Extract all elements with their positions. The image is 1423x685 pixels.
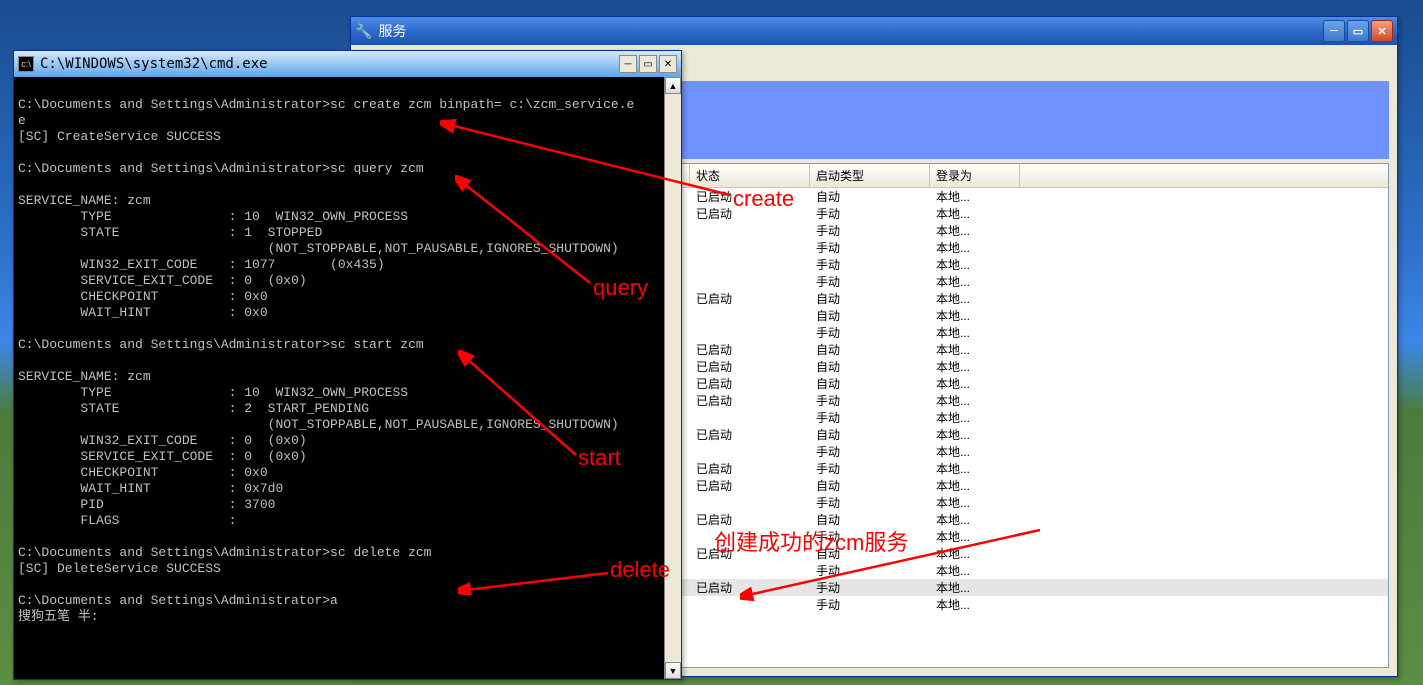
minimize-button[interactable]: ─: [1323, 20, 1345, 42]
cmd-window: c:\ C:\WINDOWS\system32\cmd.exe ─ ▭ ✕ C:…: [13, 50, 682, 680]
cmd-line: e: [18, 113, 677, 129]
services-title: 服务: [378, 21, 1323, 41]
cmd-line: C:\Documents and Settings\Administrator>…: [18, 161, 677, 177]
cmd-line: PID : 3700: [18, 497, 677, 513]
cmd-line: (NOT_STOPPABLE,NOT_PAUSABLE,IGNORES_SHUT…: [18, 241, 677, 257]
cmd-line: TYPE : 10 WIN32_OWN_PROCESS: [18, 385, 677, 401]
cmd-line: [SC] CreateService SUCCESS: [18, 129, 677, 145]
cmd-line: C:\Documents and Settings\Administrator>…: [18, 545, 677, 561]
cmd-title: C:\WINDOWS\system32\cmd.exe: [40, 56, 617, 72]
cmd-line: WAIT_HINT : 0x7d0: [18, 481, 677, 497]
cmd-line: [18, 353, 677, 369]
close-button[interactable]: ✕: [1371, 20, 1393, 42]
cmd-line: [18, 577, 677, 593]
cmd-line: 搜狗五笔 半:: [18, 609, 677, 625]
maximize-button[interactable]: ▭: [1347, 20, 1369, 42]
scroll-down-button[interactable]: ▼: [665, 662, 681, 679]
cmd-line: WAIT_HINT : 0x0: [18, 305, 677, 321]
cmd-line: STATE : 2 START_PENDING: [18, 401, 677, 417]
cmd-line: FLAGS :: [18, 513, 677, 529]
services-titlebar[interactable]: 🔧 服务 ─ ▭ ✕: [351, 17, 1397, 45]
cmd-line: TYPE : 10 WIN32_OWN_PROCESS: [18, 209, 677, 225]
cmd-line: SERVICE_EXIT_CODE : 0 (0x0): [18, 449, 677, 465]
cmd-minimize-button[interactable]: ─: [619, 55, 637, 73]
cmd-line: SERVICE_NAME: zcm: [18, 193, 677, 209]
cmd-line: C:\Documents and Settings\Administrator>…: [18, 593, 677, 609]
col-startup[interactable]: 启动类型: [810, 164, 930, 187]
scroll-up-button[interactable]: ▲: [665, 77, 681, 94]
cmd-icon: c:\: [18, 56, 34, 72]
col-status[interactable]: 状态: [690, 164, 810, 187]
cmd-maximize-button[interactable]: ▭: [639, 55, 657, 73]
cmd-line: [18, 145, 677, 161]
cmd-line: WIN32_EXIT_CODE : 1077 (0x435): [18, 257, 677, 273]
cmd-line: C:\Documents and Settings\Administrator>…: [18, 337, 677, 353]
cmd-titlebar[interactable]: c:\ C:\WINDOWS\system32\cmd.exe ─ ▭ ✕: [14, 51, 681, 77]
cmd-line: [18, 321, 677, 337]
cmd-line: STATE : 1 STOPPED: [18, 225, 677, 241]
cmd-line: (NOT_STOPPABLE,NOT_PAUSABLE,IGNORES_SHUT…: [18, 417, 677, 433]
cmd-line: WIN32_EXIT_CODE : 0 (0x0): [18, 433, 677, 449]
services-icon: 🔧: [355, 23, 372, 40]
cmd-line: SERVICE_EXIT_CODE : 0 (0x0): [18, 273, 677, 289]
cmd-line: [SC] DeleteService SUCCESS: [18, 561, 677, 577]
cmd-line: CHECKPOINT : 0x0: [18, 465, 677, 481]
cmd-line: [18, 177, 677, 193]
col-logon[interactable]: 登录为: [930, 164, 1020, 187]
cmd-scrollbar[interactable]: ▲ ▼: [664, 77, 681, 679]
cmd-line: [18, 529, 677, 545]
cmd-close-button[interactable]: ✕: [659, 55, 677, 73]
cmd-line: C:\Documents and Settings\Administrator>…: [18, 97, 677, 113]
cmd-line: SERVICE_NAME: zcm: [18, 369, 677, 385]
cmd-line: CHECKPOINT : 0x0: [18, 289, 677, 305]
cmd-line: [18, 81, 677, 97]
cmd-body[interactable]: C:\Documents and Settings\Administrator>…: [14, 77, 681, 679]
